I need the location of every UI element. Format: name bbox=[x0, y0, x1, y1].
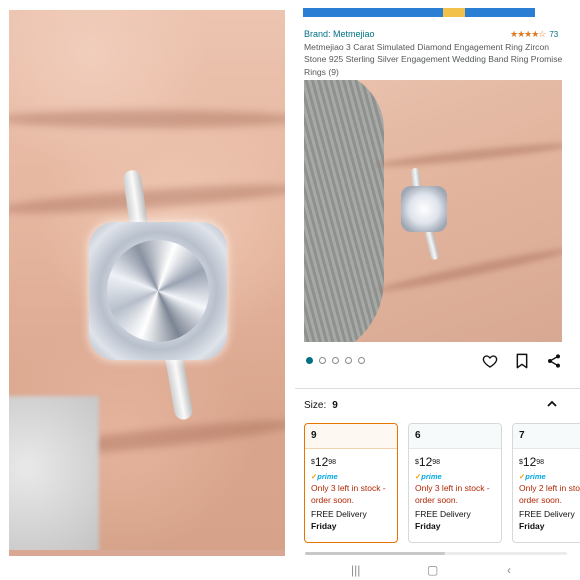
price: $1298 bbox=[415, 455, 495, 469]
photo-bottom-strip bbox=[9, 550, 285, 556]
pagination-dot[interactable] bbox=[345, 357, 352, 364]
stock-warning: Only 3 left in stock - order soon. bbox=[415, 483, 490, 505]
price: $1298 bbox=[311, 455, 391, 469]
price: $1298 bbox=[519, 455, 580, 469]
image-pagination bbox=[306, 357, 365, 364]
size-option-card[interactable]: 6 $1298 ✓prime Only 3 left in stock - or… bbox=[408, 423, 502, 543]
ring-band-bottom bbox=[424, 229, 440, 261]
currency-symbol: $ bbox=[311, 459, 315, 466]
top-banner[interactable] bbox=[303, 8, 535, 17]
size-option-size: 7 bbox=[513, 424, 580, 449]
horizontal-scrollbar[interactable] bbox=[305, 552, 567, 555]
pagination-dot[interactable] bbox=[319, 357, 326, 364]
price-fraction: 98 bbox=[328, 459, 337, 466]
prime-badge: ✓prime bbox=[311, 472, 391, 481]
banner-highlight bbox=[443, 8, 465, 17]
diamond-stone bbox=[107, 240, 209, 342]
ring-halo bbox=[401, 186, 447, 232]
share-icon[interactable] bbox=[545, 352, 563, 370]
finger-crease bbox=[375, 244, 562, 296]
pagination-dot[interactable] bbox=[306, 357, 313, 364]
rating-count[interactable]: 73 bbox=[549, 30, 558, 39]
product-detail-screen: Brand: Metmejiao ★★★★☆ 73 Metmejiao 3 Ca… bbox=[295, 0, 580, 580]
product-title: Metmejiao 3 Carat Simulated Diamond Enga… bbox=[304, 42, 563, 77]
product-image[interactable] bbox=[304, 80, 562, 342]
price-fraction: 98 bbox=[432, 459, 441, 466]
divider bbox=[295, 388, 580, 389]
prime-badge: ✓prime bbox=[519, 472, 580, 481]
size-option-size: 9 bbox=[305, 424, 397, 449]
star-rating-icon: ★★★★☆ bbox=[510, 29, 546, 39]
pagination-dot[interactable] bbox=[332, 357, 339, 364]
recents-button[interactable]: ||| bbox=[351, 564, 360, 576]
delivery-day: Friday bbox=[311, 521, 337, 531]
finger-crease bbox=[374, 139, 562, 171]
currency-symbol: $ bbox=[519, 459, 523, 466]
rating[interactable]: ★★★★☆ 73 bbox=[510, 29, 558, 40]
stock-warning: Only 2 left in stock - order soon. bbox=[519, 483, 580, 505]
delivery-day: Friday bbox=[519, 521, 545, 531]
sweater-sleeve bbox=[304, 80, 384, 342]
delivery-day: Friday bbox=[415, 521, 441, 531]
prime-label: prime bbox=[421, 472, 442, 481]
selected-size: 9 bbox=[332, 400, 338, 411]
home-button[interactable]: ▢ bbox=[427, 564, 438, 576]
size-label: Size: bbox=[304, 400, 327, 411]
stock-warning: Only 3 left in stock - order soon. bbox=[311, 483, 386, 505]
delivery-text: FREE Delivery bbox=[415, 509, 471, 519]
size-option-size: 6 bbox=[409, 424, 501, 449]
delivery-text: FREE Delivery bbox=[311, 509, 367, 519]
prime-label: prime bbox=[525, 472, 546, 481]
left-product-photo bbox=[9, 10, 285, 556]
pagination-dot[interactable] bbox=[358, 357, 365, 364]
sweater-sleeve bbox=[9, 396, 99, 556]
bookmark-icon[interactable] bbox=[513, 352, 531, 370]
back-button[interactable]: ‹ bbox=[507, 564, 511, 576]
price-whole: 12 bbox=[418, 455, 433, 469]
price-whole: 12 bbox=[522, 455, 537, 469]
price-fraction: 98 bbox=[536, 459, 545, 466]
scrollbar-thumb[interactable] bbox=[305, 552, 445, 555]
heart-icon[interactable] bbox=[481, 352, 499, 370]
price-whole: 12 bbox=[314, 455, 329, 469]
size-selector-header[interactable]: Size: 9 bbox=[304, 400, 338, 411]
system-nav-bar: ||| ▢ ‹ bbox=[295, 560, 580, 580]
prime-badge: ✓prime bbox=[415, 472, 495, 481]
knuckle-crease bbox=[9, 110, 285, 128]
prime-label: prime bbox=[317, 472, 338, 481]
delivery-text: FREE Delivery bbox=[519, 509, 575, 519]
size-option-card[interactable]: 7 $1298 ✓prime Only 2 left in stock - or… bbox=[512, 423, 580, 543]
currency-symbol: $ bbox=[415, 459, 419, 466]
finger-gap-shadow bbox=[9, 179, 285, 219]
chevron-up-icon[interactable] bbox=[545, 397, 559, 411]
brand-link[interactable]: Brand: Metmejiao bbox=[304, 29, 375, 39]
size-option-card[interactable]: 9 $1298 ✓prime Only 3 left in stock - or… bbox=[304, 423, 398, 543]
